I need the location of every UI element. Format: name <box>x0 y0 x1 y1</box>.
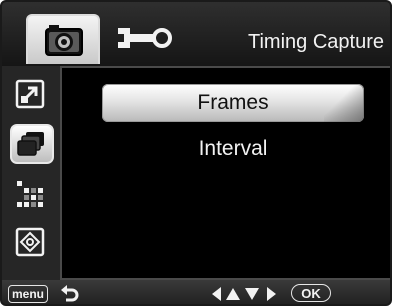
sidebar-item-capture-mode[interactable] <box>10 124 54 164</box>
page-title: Timing Capture <box>248 31 384 53</box>
menu-item-label: Interval <box>198 137 268 160</box>
menu-panel: Frames Interval <box>60 66 390 280</box>
stacked-frames-icon <box>17 132 44 156</box>
selection-highlight <box>324 84 364 122</box>
device-screen: Timing Capture Frames Interval menu OK <box>0 0 392 306</box>
sidebar-item-focus[interactable] <box>14 226 50 262</box>
camera-icon <box>45 25 83 56</box>
menu-item-frames[interactable]: Frames <box>102 84 364 122</box>
menu-button[interactable]: menu <box>8 285 49 303</box>
direction-arrows-icon <box>212 287 276 301</box>
ok-button[interactable]: OK <box>291 284 331 302</box>
sidebar <box>2 66 60 280</box>
focus-target-icon <box>15 227 45 257</box>
tab-settings[interactable] <box>114 20 174 56</box>
checker-pattern-icon <box>17 181 43 207</box>
wrench-icon <box>118 28 172 48</box>
sidebar-item-resolution[interactable] <box>14 78 50 114</box>
return-arrow-icon[interactable] <box>60 284 80 304</box>
top-bar: Timing Capture <box>2 2 390 66</box>
tab-camera[interactable] <box>26 14 100 64</box>
sidebar-item-quality[interactable] <box>14 178 50 214</box>
menu-item-label: Frames <box>197 91 269 114</box>
expand-arrow-icon <box>15 79 45 109</box>
menu-item-interval[interactable]: Interval <box>102 130 364 168</box>
bottom-bar: menu OK <box>2 280 390 304</box>
